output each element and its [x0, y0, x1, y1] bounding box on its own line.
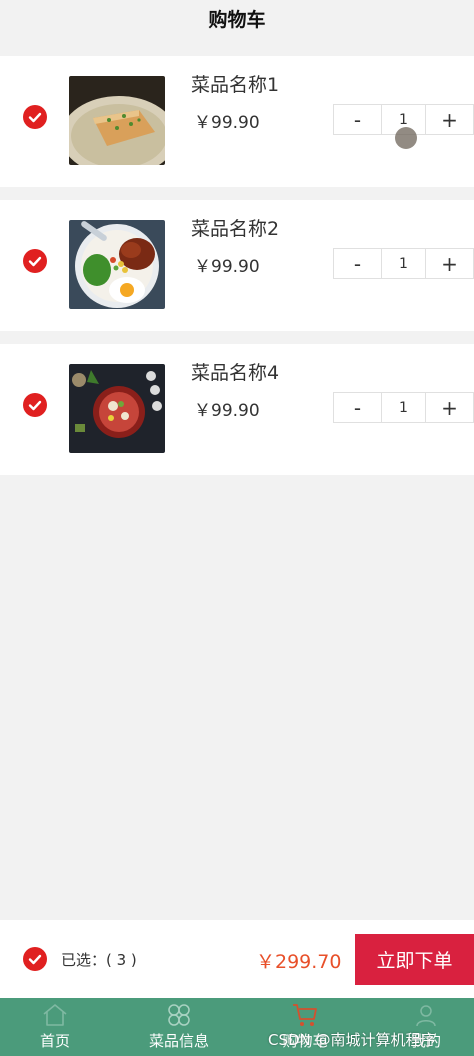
increase-button[interactable]: + [426, 105, 473, 134]
cart-item: 菜品名称2 ￥99.90 - 1 + [0, 200, 474, 331]
checkmark-icon [28, 954, 42, 965]
touch-indicator [395, 127, 417, 149]
tab-label: 首页 [39, 1032, 70, 1050]
item-checkbox[interactable] [23, 249, 47, 273]
tofu-dish-photo[interactable] [69, 76, 165, 165]
item-checkbox[interactable] [23, 393, 47, 417]
cart-icon [293, 1004, 317, 1026]
decrease-button[interactable]: - [334, 393, 381, 422]
item-checkbox[interactable] [23, 105, 47, 129]
item-name: 菜品名称1 [191, 74, 280, 96]
page-title: 购物车 [208, 9, 266, 31]
decrease-button[interactable]: - [334, 249, 381, 278]
item-name: 菜品名称4 [191, 362, 280, 384]
quantity-value[interactable]: 1 [380, 393, 427, 422]
quantity-stepper: - 1 + [333, 248, 474, 279]
user-icon [416, 1005, 436, 1027]
grid-icon [168, 1004, 190, 1026]
tab-label: 菜品信息 [148, 1032, 209, 1050]
checkmark-icon [28, 112, 42, 123]
page-header: 购物车 [0, 0, 474, 56]
rice-bowl-photo[interactable] [69, 220, 165, 309]
soup-pot-photo[interactable] [69, 364, 165, 453]
cart-item: 菜品名称4 ￥99.90 - 1 + [0, 344, 474, 475]
tab-dishes[interactable]: 菜品信息 [144, 1002, 214, 1051]
increase-button[interactable]: + [426, 393, 473, 422]
item-price: ￥99.90 [194, 257, 260, 277]
bottom-tab-bar: 首页 菜品信息 购物车 我的 CSDN @南城计算机程序 [0, 998, 474, 1056]
checkmark-icon [28, 256, 42, 267]
item-name: 菜品名称2 [191, 218, 280, 240]
quantity-stepper: - 1 + [333, 392, 474, 423]
checkmark-icon [28, 400, 42, 411]
watermark: CSDN @南城计算机程序 [268, 1031, 436, 1049]
selected-count: 已选：( 3 ) [61, 951, 137, 969]
cart-item: 菜品名称1 ￥99.90 - 1 + [0, 56, 474, 187]
total-price: ￥299.70 [256, 951, 342, 973]
decrease-button[interactable]: - [334, 105, 381, 134]
item-price: ￥99.90 [194, 401, 260, 421]
checkout-bar: 已选：( 3 ) ￥299.70 立即下单 [0, 920, 474, 998]
quantity-value[interactable]: 1 [380, 249, 427, 278]
place-order-button[interactable]: 立即下单 [355, 934, 474, 985]
select-all-checkbox[interactable] [23, 947, 47, 971]
home-icon [43, 1004, 67, 1026]
increase-button[interactable]: + [426, 249, 473, 278]
item-price: ￥99.90 [194, 113, 260, 133]
tab-home[interactable]: 首页 [32, 1002, 78, 1051]
